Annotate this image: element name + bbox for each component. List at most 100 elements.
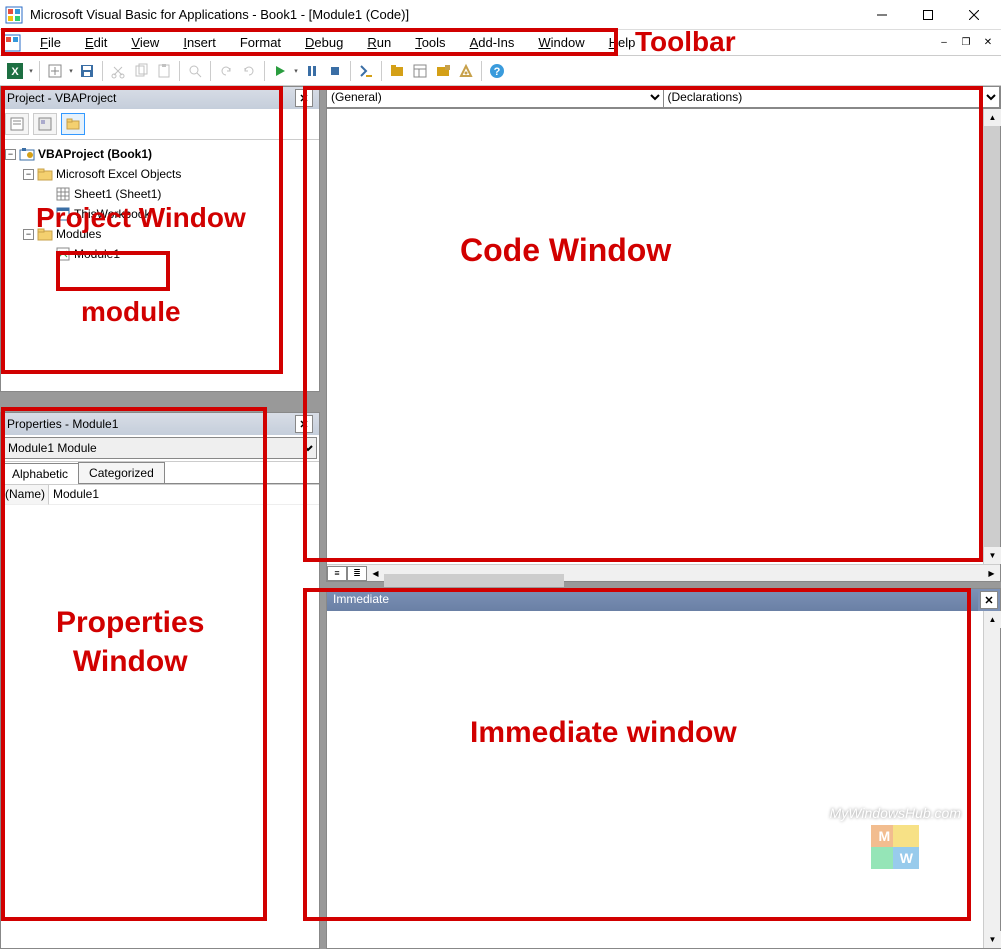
find-icon[interactable] [184,60,206,82]
project-node-icon [19,146,35,162]
svg-text:?: ? [494,66,501,78]
scroll-down-icon[interactable]: ▼ [984,547,1001,564]
window-controls [859,1,997,29]
view-code-icon[interactable] [5,113,29,135]
object-dropdown[interactable]: Module1 Module [3,437,317,459]
menu-view[interactable]: View [119,32,171,53]
mdi-controls: – ❐ ✕ [935,36,997,50]
mdi-minimize[interactable]: – [935,36,953,50]
toggle-folders-icon[interactable] [61,113,85,135]
excel-drop[interactable]: ▾ [27,67,35,75]
full-module-view-icon[interactable]: ≣ [347,566,367,581]
help-icon[interactable]: ? [486,60,508,82]
copy-icon[interactable] [130,60,152,82]
properties-icon[interactable] [409,60,431,82]
minimize-button[interactable] [859,1,905,29]
procedure-view-icon[interactable]: ≡ [327,566,347,581]
tab-alphabetic[interactable]: Alphabetic [1,463,79,484]
doc-icon [2,33,22,53]
object-list-dropdown[interactable]: (General) [326,86,664,108]
procedure-list-dropdown[interactable]: (Declarations) [663,86,1001,108]
immediate-window: Immediate ✕ ▲ ▼ [326,588,1001,949]
insert-drop[interactable]: ▾ [67,67,75,75]
folder-icon [37,166,53,182]
cut-icon[interactable] [107,60,129,82]
collapse-icon[interactable]: − [23,169,34,180]
project-toolbar [1,109,319,140]
code-hscrollbar[interactable]: ≡ ≣ ◀ ▶ [327,564,1000,581]
mdi-restore[interactable]: ❐ [957,36,975,50]
menu-file[interactable]: File [28,32,73,53]
pause-icon[interactable] [301,60,323,82]
svg-text:X: X [11,66,19,78]
properties-window: Properties - Module1 ✕ Module1 Module Al… [0,412,320,949]
immediate-vscrollbar[interactable]: ▲ ▼ [983,611,1000,948]
maximize-button[interactable] [905,1,951,29]
tab-categorized[interactable]: Categorized [78,462,165,483]
code-vscrollbar[interactable]: ▲ ▼ [983,109,1000,564]
save-icon[interactable] [76,60,98,82]
excel-icon[interactable]: X [4,60,26,82]
tree-modules[interactable]: − Modules [5,224,315,244]
tree-sheet1[interactable]: Sheet1 (Sheet1) [5,184,315,204]
tree-excel-objects[interactable]: − Microsoft Excel Objects [5,164,315,184]
menu-debug[interactable]: Debug [293,32,355,53]
code-window: (General) (Declarations) ▲ ▼ ≡ ≣ ◀ ▶ [326,86,1001,582]
properties-tabs: Alphabetic Categorized [1,462,319,484]
tree-thisworkbook[interactable]: ThisWorkbook [5,204,315,224]
scroll-thumb[interactable] [384,574,564,587]
undo-icon[interactable] [215,60,237,82]
workspace: Project - VBAProject ✕ − VBAProject (Boo… [0,86,1001,949]
workbook-icon [55,206,71,222]
scroll-down-icon[interactable]: ▼ [984,931,1001,948]
run-drop[interactable]: ▾ [292,67,300,75]
menu-tools[interactable]: Tools [403,32,457,53]
insert-icon[interactable] [44,60,66,82]
project-close[interactable]: ✕ [295,89,313,107]
tree-label: Sheet1 (Sheet1) [74,187,161,201]
menu-addins[interactable]: Add-Ins [458,32,527,53]
properties-grid: (Name) Module1 [1,484,319,505]
immediate-close[interactable]: ✕ [980,591,998,609]
menu-edit[interactable]: Edit [73,32,119,53]
design-icon[interactable] [355,60,377,82]
stop-icon[interactable] [324,60,346,82]
tree-label: Modules [56,227,101,241]
project-icon[interactable] [386,60,408,82]
immediate-editor[interactable] [327,611,983,948]
tree-label: VBAProject (Book1) [38,147,152,161]
run-icon[interactable] [269,60,291,82]
menubar: File Edit View Insert Format Debug Run T… [0,30,1001,56]
tree-module1[interactable]: Module1 [5,244,315,264]
tree-label: Microsoft Excel Objects [56,167,181,181]
scroll-thumb[interactable] [984,126,1000,556]
scroll-left-icon[interactable]: ◀ [367,565,384,582]
mdi-close[interactable]: ✕ [979,36,997,50]
project-title-text: Project - VBAProject [7,91,116,105]
menu-help[interactable]: Help [597,32,648,53]
close-button[interactable] [951,1,997,29]
tree-label: Module1 [74,247,120,261]
immediate-title-text: Immediate [327,589,978,611]
menu-insert[interactable]: Insert [171,32,228,53]
scroll-up-icon[interactable]: ▲ [984,109,1001,126]
collapse-icon[interactable]: − [5,149,16,160]
redo-icon[interactable] [238,60,260,82]
property-value[interactable]: Module1 [49,485,319,505]
scroll-right-icon[interactable]: ▶ [983,565,1000,582]
code-editor[interactable] [327,109,983,564]
titlebar: Microsoft Visual Basic for Applications … [0,0,1001,30]
menu-run[interactable]: Run [355,32,403,53]
tree-project-root[interactable]: − VBAProject (Book1) [5,144,315,164]
scroll-up-icon[interactable]: ▲ [984,611,1001,628]
menu-window[interactable]: Window [526,32,596,53]
object-browser-icon[interactable] [432,60,454,82]
toolbox-icon[interactable] [455,60,477,82]
view-object-icon[interactable] [33,113,57,135]
properties-close[interactable]: ✕ [295,415,313,433]
property-row[interactable]: (Name) Module1 [1,485,319,505]
collapse-icon[interactable]: − [23,229,34,240]
code-dropdowns: (General) (Declarations) [327,87,1000,109]
menu-format[interactable]: Format [228,32,293,53]
paste-icon[interactable] [153,60,175,82]
